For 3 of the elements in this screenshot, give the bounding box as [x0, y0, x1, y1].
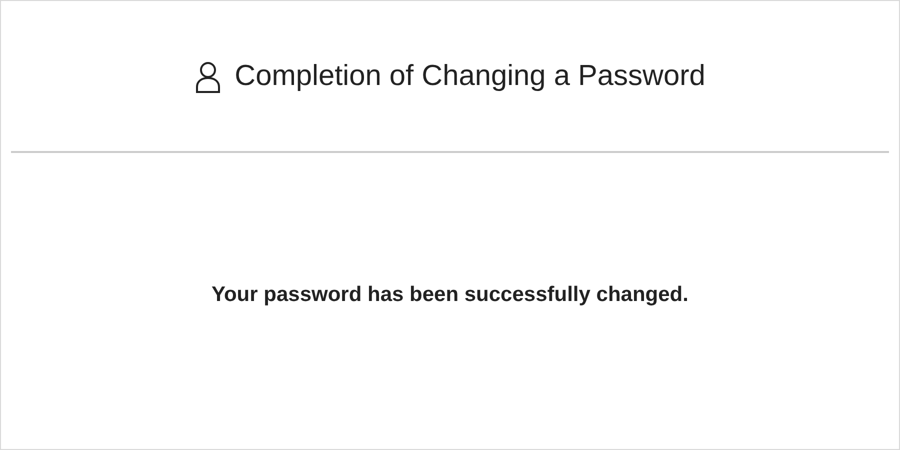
user-icon: [194, 61, 221, 93]
success-message: Your password has been successfully changed.: [212, 282, 688, 308]
page-title: Completion of Changing a Password: [234, 59, 706, 94]
